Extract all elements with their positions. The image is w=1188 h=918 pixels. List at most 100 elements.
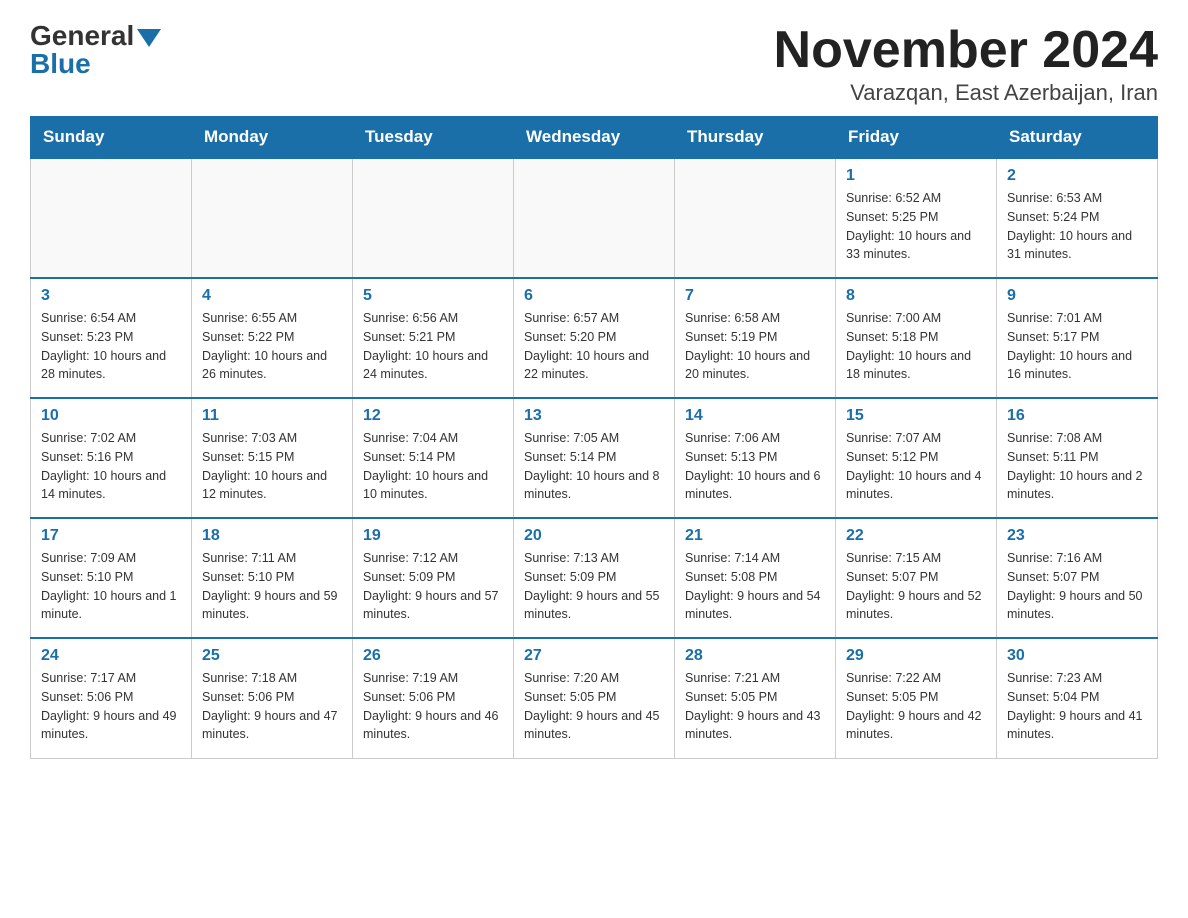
day-number: 13	[524, 407, 664, 425]
logo-blue-text: Blue	[30, 48, 91, 80]
day-info: Sunrise: 6:52 AMSunset: 5:25 PMDaylight:…	[846, 189, 986, 264]
day-info: Sunrise: 7:05 AMSunset: 5:14 PMDaylight:…	[524, 429, 664, 504]
day-number: 5	[363, 287, 503, 305]
calendar-cell: 6Sunrise: 6:57 AMSunset: 5:20 PMDaylight…	[514, 278, 675, 398]
day-number: 22	[846, 527, 986, 545]
week-row-1: 1Sunrise: 6:52 AMSunset: 5:25 PMDaylight…	[31, 158, 1158, 278]
calendar-cell: 1Sunrise: 6:52 AMSunset: 5:25 PMDaylight…	[836, 158, 997, 278]
calendar-cell: 17 Sunrise: 7:09 AMSunset: 5:10 PMDayligh…	[31, 518, 192, 638]
day-number: 14	[685, 407, 825, 425]
day-number: 25	[202, 647, 342, 665]
calendar-cell: 22 Sunrise: 7:15 AMSunset: 5:07 PMDayligh…	[836, 518, 997, 638]
calendar-title: November 2024	[774, 20, 1158, 80]
day-number: 18	[202, 527, 342, 545]
calendar-cell	[192, 158, 353, 278]
calendar-cell: 9 Sunrise: 7:01 AMSunset: 5:17 PMDaylight…	[997, 278, 1158, 398]
day-info: Sunrise: 7:19 AMSunset: 5:06 PMDaylight:…	[363, 669, 503, 744]
day-info: Sunrise: 7:21 AMSunset: 5:05 PMDaylight:…	[685, 669, 825, 744]
calendar-cell: 5 Sunrise: 6:56 AMSunset: 5:21 PMDaylight…	[353, 278, 514, 398]
calendar-cell: 26 Sunrise: 7:19 AMSunset: 5:06 PMDayligh…	[353, 638, 514, 758]
day-number: 12	[363, 407, 503, 425]
calendar-cell: 8 Sunrise: 7:00 AMSunset: 5:18 PMDaylight…	[836, 278, 997, 398]
calendar-cell: 12 Sunrise: 7:04 AMSunset: 5:14 PMDayligh…	[353, 398, 514, 518]
day-info: Sunrise: 7:15 AMSunset: 5:07 PMDaylight:…	[846, 549, 986, 624]
day-number: 3	[41, 287, 181, 305]
day-info: Sunrise: 7:07 AMSunset: 5:12 PMDaylight:…	[846, 429, 986, 504]
day-number: 26	[363, 647, 503, 665]
day-number: 21	[685, 527, 825, 545]
day-info: Sunrise: 7:12 AMSunset: 5:09 PMDaylight:…	[363, 549, 503, 624]
day-info: Sunrise: 6:54 AMSunset: 5:23 PMDaylight:…	[41, 309, 181, 384]
day-number: 9	[1007, 287, 1147, 305]
day-info: Sunrise: 7:16 AMSunset: 5:07 PMDaylight:…	[1007, 549, 1147, 624]
calendar-cell: 25 Sunrise: 7:18 AMSunset: 5:06 PMDayligh…	[192, 638, 353, 758]
day-info: Sunrise: 7:06 AMSunset: 5:13 PMDaylight:…	[685, 429, 825, 504]
day-info: Sunrise: 6:55 AMSunset: 5:22 PMDaylight:…	[202, 309, 342, 384]
day-info: Sunrise: 7:04 AMSunset: 5:14 PMDaylight:…	[363, 429, 503, 504]
calendar-cell: 11 Sunrise: 7:03 AMSunset: 5:15 PMDayligh…	[192, 398, 353, 518]
calendar-cell: 10 Sunrise: 7:02 AMSunset: 5:16 PMDayligh…	[31, 398, 192, 518]
calendar-cell: 21 Sunrise: 7:14 AMSunset: 5:08 PMDayligh…	[675, 518, 836, 638]
day-header-friday: Friday	[836, 117, 997, 159]
week-row-5: 24 Sunrise: 7:17 AMSunset: 5:06 PMDayligh…	[31, 638, 1158, 758]
day-number: 2	[1007, 167, 1147, 185]
day-number: 28	[685, 647, 825, 665]
day-number: 17	[41, 527, 181, 545]
day-number: 27	[524, 647, 664, 665]
day-info: Sunrise: 7:03 AMSunset: 5:15 PMDaylight:…	[202, 429, 342, 504]
day-info: Sunrise: 7:01 AMSunset: 5:17 PMDaylight:…	[1007, 309, 1147, 384]
calendar-cell: 14 Sunrise: 7:06 AMSunset: 5:13 PMDayligh…	[675, 398, 836, 518]
week-row-2: 3 Sunrise: 6:54 AMSunset: 5:23 PMDaylight…	[31, 278, 1158, 398]
day-header-tuesday: Tuesday	[353, 117, 514, 159]
calendar-cell: 4 Sunrise: 6:55 AMSunset: 5:22 PMDaylight…	[192, 278, 353, 398]
calendar-cell: 3 Sunrise: 6:54 AMSunset: 5:23 PMDaylight…	[31, 278, 192, 398]
calendar-cell: 13 Sunrise: 7:05 AMSunset: 5:14 PMDayligh…	[514, 398, 675, 518]
calendar-cell	[353, 158, 514, 278]
calendar-cell	[675, 158, 836, 278]
day-info: Sunrise: 7:14 AMSunset: 5:08 PMDaylight:…	[685, 549, 825, 624]
day-header-thursday: Thursday	[675, 117, 836, 159]
day-header-saturday: Saturday	[997, 117, 1158, 159]
day-info: Sunrise: 7:08 AMSunset: 5:11 PMDaylight:…	[1007, 429, 1147, 504]
day-number: 24	[41, 647, 181, 665]
day-info: Sunrise: 7:22 AMSunset: 5:05 PMDaylight:…	[846, 669, 986, 744]
title-block: November 2024 Varazqan, East Azerbaijan,…	[774, 20, 1158, 106]
logo: General Blue	[30, 20, 161, 80]
day-header-sunday: Sunday	[31, 117, 192, 159]
calendar-cell: 24 Sunrise: 7:17 AMSunset: 5:06 PMDayligh…	[31, 638, 192, 758]
day-number: 11	[202, 407, 342, 425]
day-info: Sunrise: 6:58 AMSunset: 5:19 PMDaylight:…	[685, 309, 825, 384]
day-number: 10	[41, 407, 181, 425]
day-info: Sunrise: 7:20 AMSunset: 5:05 PMDaylight:…	[524, 669, 664, 744]
day-info: Sunrise: 7:18 AMSunset: 5:06 PMDaylight:…	[202, 669, 342, 744]
day-headers-row: SundayMondayTuesdayWednesdayThursdayFrid…	[31, 117, 1158, 159]
day-header-monday: Monday	[192, 117, 353, 159]
day-header-wednesday: Wednesday	[514, 117, 675, 159]
day-info: Sunrise: 7:23 AMSunset: 5:04 PMDaylight:…	[1007, 669, 1147, 744]
day-info: Sunrise: 6:56 AMSunset: 5:21 PMDaylight:…	[363, 309, 503, 384]
day-number: 19	[363, 527, 503, 545]
day-number: 7	[685, 287, 825, 305]
calendar-subtitle: Varazqan, East Azerbaijan, Iran	[774, 80, 1158, 106]
day-info: Sunrise: 6:53 AMSunset: 5:24 PMDaylight:…	[1007, 189, 1147, 264]
week-row-4: 17 Sunrise: 7:09 AMSunset: 5:10 PMDayligh…	[31, 518, 1158, 638]
calendar-cell: 28 Sunrise: 7:21 AMSunset: 5:05 PMDayligh…	[675, 638, 836, 758]
day-number: 30	[1007, 647, 1147, 665]
day-number: 4	[202, 287, 342, 305]
day-info: Sunrise: 7:02 AMSunset: 5:16 PMDaylight:…	[41, 429, 181, 504]
calendar-body: 1Sunrise: 6:52 AMSunset: 5:25 PMDaylight…	[31, 158, 1158, 758]
calendar-cell: 27 Sunrise: 7:20 AMSunset: 5:05 PMDayligh…	[514, 638, 675, 758]
calendar-cell: 18 Sunrise: 7:11 AMSunset: 5:10 PMDayligh…	[192, 518, 353, 638]
calendar-cell: 23 Sunrise: 7:16 AMSunset: 5:07 PMDayligh…	[997, 518, 1158, 638]
day-info: Sunrise: 7:00 AMSunset: 5:18 PMDaylight:…	[846, 309, 986, 384]
day-number: 29	[846, 647, 986, 665]
day-info: Sunrise: 7:09 AMSunset: 5:10 PMDaylight:…	[41, 549, 181, 624]
day-info: Sunrise: 6:57 AMSunset: 5:20 PMDaylight:…	[524, 309, 664, 384]
day-number: 8	[846, 287, 986, 305]
calendar-cell: 7 Sunrise: 6:58 AMSunset: 5:19 PMDaylight…	[675, 278, 836, 398]
calendar-cell: 16Sunrise: 7:08 AMSunset: 5:11 PMDayligh…	[997, 398, 1158, 518]
day-info: Sunrise: 7:11 AMSunset: 5:10 PMDaylight:…	[202, 549, 342, 624]
day-info: Sunrise: 7:17 AMSunset: 5:06 PMDaylight:…	[41, 669, 181, 744]
calendar-cell: 30 Sunrise: 7:23 AMSunset: 5:04 PMDayligh…	[997, 638, 1158, 758]
day-number: 23	[1007, 527, 1147, 545]
